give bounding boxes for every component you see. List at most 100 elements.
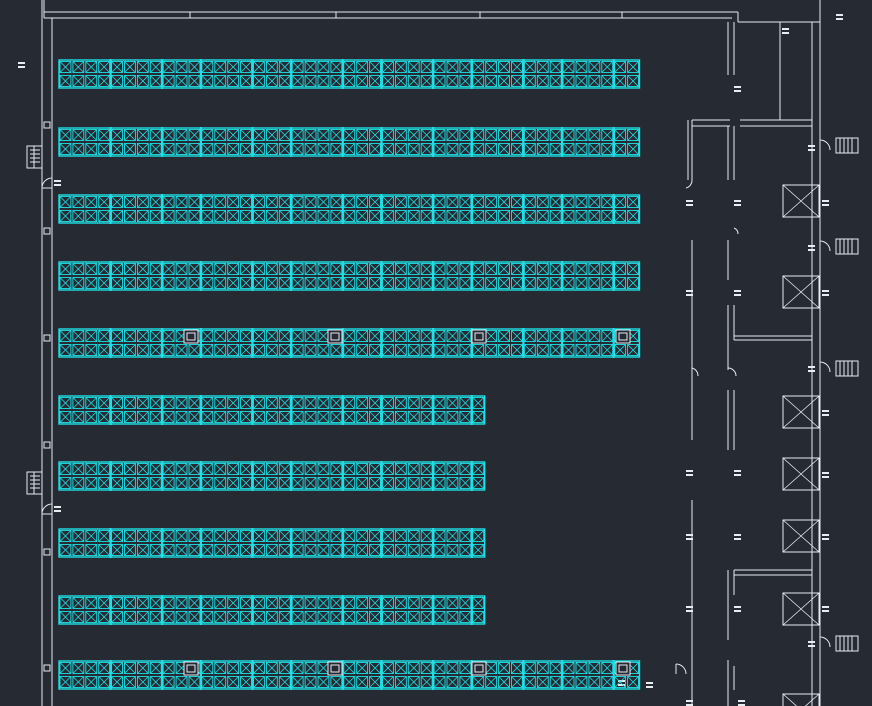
pallet-bay bbox=[214, 330, 227, 342]
pallet-bay bbox=[214, 611, 227, 623]
pallet-bay bbox=[523, 662, 536, 674]
pallet-bay bbox=[304, 611, 317, 623]
pallet-bay bbox=[59, 463, 72, 475]
pallet-bay bbox=[72, 662, 85, 674]
pallet-bay bbox=[433, 196, 446, 208]
pallet-bay bbox=[188, 544, 201, 556]
pallet-bay bbox=[549, 676, 562, 688]
pallet-bay bbox=[627, 196, 639, 208]
pallet-bay bbox=[420, 676, 433, 688]
pallet-bay bbox=[382, 277, 394, 289]
pallet-bay bbox=[98, 477, 111, 489]
pallet-bay bbox=[111, 344, 123, 356]
pallet-bay bbox=[214, 597, 227, 609]
pallet-bay bbox=[304, 463, 317, 475]
pallet-bay bbox=[253, 477, 265, 489]
pallet-bay bbox=[511, 210, 523, 222]
pallet-bay bbox=[549, 330, 562, 342]
pallet-bay bbox=[265, 477, 278, 489]
pallet-bay bbox=[472, 143, 485, 155]
pallet-bay bbox=[85, 277, 98, 289]
pallet-bay bbox=[498, 75, 510, 87]
dimension-tag bbox=[54, 180, 61, 186]
pallet-bay bbox=[485, 210, 498, 222]
pallet-bay bbox=[188, 463, 201, 475]
pallet-bay bbox=[72, 477, 85, 489]
pallet-bay bbox=[291, 263, 304, 275]
pallet-bay bbox=[382, 143, 394, 155]
pallet-bay bbox=[304, 143, 317, 155]
pallet-bay bbox=[317, 597, 330, 609]
pallet-bay bbox=[227, 477, 240, 489]
dimension-tag bbox=[734, 290, 741, 296]
pallet-bay bbox=[85, 196, 98, 208]
pallet-bay bbox=[459, 61, 472, 73]
pallet-bay bbox=[446, 611, 459, 623]
pallet-bay bbox=[562, 330, 575, 342]
pallet-bay bbox=[369, 210, 381, 222]
pallet-bay bbox=[407, 129, 420, 141]
dimension-tag bbox=[822, 606, 829, 612]
pallet-bay bbox=[588, 61, 601, 73]
rack-row-3 bbox=[58, 194, 641, 224]
loading-dock-door-icon bbox=[782, 592, 820, 626]
pallet-bay bbox=[498, 330, 510, 342]
pallet-bay bbox=[446, 196, 459, 208]
pallet-bay bbox=[549, 196, 562, 208]
pallet-bay bbox=[498, 210, 510, 222]
pallet-bay bbox=[59, 263, 72, 275]
pallet-bay bbox=[98, 75, 111, 87]
pallet-bay bbox=[562, 61, 575, 73]
pallet-bay bbox=[304, 263, 317, 275]
pallet-bay bbox=[523, 277, 536, 289]
pallet-bay bbox=[253, 277, 265, 289]
pallet-bay bbox=[175, 129, 188, 141]
pallet-bay bbox=[472, 210, 485, 222]
pallet-bay bbox=[240, 662, 252, 674]
pallet-bay bbox=[175, 344, 188, 356]
pallet-bay bbox=[59, 611, 72, 623]
pallet-bay bbox=[562, 129, 575, 141]
pallet-bay bbox=[459, 411, 472, 423]
pallet-bay bbox=[85, 611, 98, 623]
pallet-bay bbox=[498, 344, 510, 356]
warehouse-floor-plan bbox=[18, 0, 859, 706]
pallet-bay bbox=[240, 463, 252, 475]
pallet-bay bbox=[240, 676, 252, 688]
pallet-bay bbox=[369, 397, 381, 409]
pallet-bay bbox=[420, 530, 433, 542]
pallet-bay bbox=[420, 129, 433, 141]
pallet-bay bbox=[265, 544, 278, 556]
pallet-bay bbox=[278, 397, 291, 409]
pallet-bay bbox=[459, 544, 472, 556]
pallet-bay bbox=[240, 544, 252, 556]
pallet-bay bbox=[149, 143, 162, 155]
pallet-bay bbox=[394, 330, 407, 342]
pallet-bay bbox=[162, 263, 175, 275]
pallet-bay bbox=[601, 129, 614, 141]
pallet-bay bbox=[265, 196, 278, 208]
pallet-bay bbox=[136, 530, 149, 542]
pallet-bay bbox=[227, 277, 240, 289]
pallet-bay bbox=[407, 196, 420, 208]
pallet-bay bbox=[627, 75, 639, 87]
pallet-bay bbox=[356, 611, 369, 623]
pallet-bay bbox=[265, 611, 278, 623]
pallet-bay bbox=[85, 61, 98, 73]
pallet-bay bbox=[188, 477, 201, 489]
pallet-bay bbox=[175, 477, 188, 489]
pallet-bay bbox=[575, 143, 588, 155]
pallet-bay bbox=[382, 611, 394, 623]
pallet-bay bbox=[124, 277, 136, 289]
pallet-bay bbox=[265, 277, 278, 289]
pallet-bay bbox=[562, 143, 575, 155]
pallet-bay bbox=[227, 75, 240, 87]
pallet-bay bbox=[85, 544, 98, 556]
pallet-bay bbox=[98, 330, 111, 342]
pallet-bay bbox=[472, 463, 485, 475]
pallet-bay bbox=[446, 676, 459, 688]
pallet-bay bbox=[149, 344, 162, 356]
pallet-bay bbox=[278, 544, 291, 556]
pallet-bay bbox=[459, 463, 472, 475]
pallet-bay bbox=[330, 263, 343, 275]
